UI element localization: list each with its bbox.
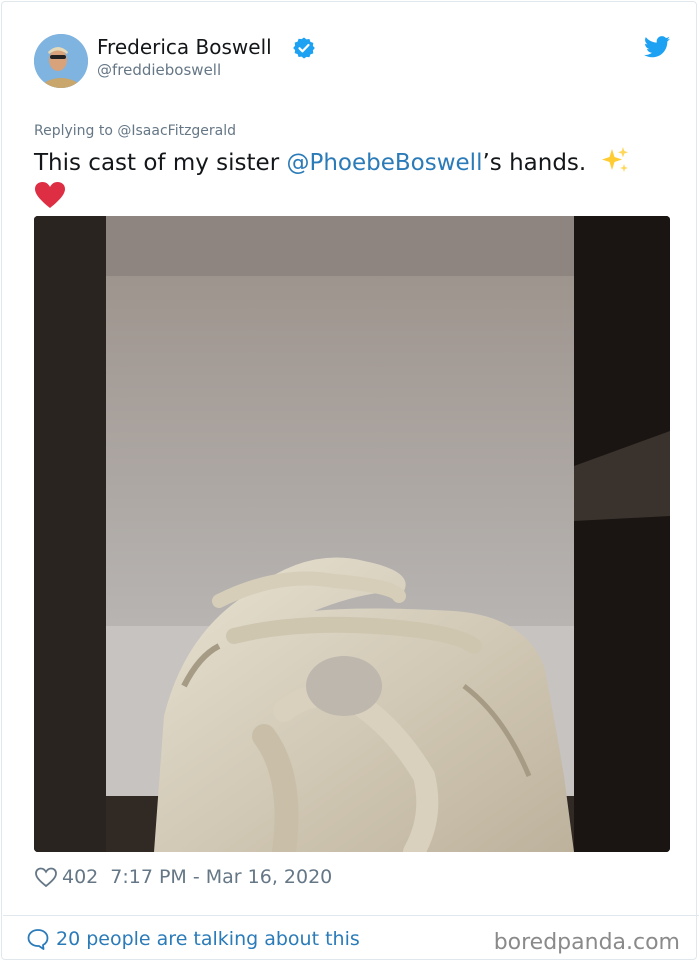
divider <box>3 915 699 916</box>
replying-to[interactable]: Replying to @IsaacFitzgerald <box>34 123 236 139</box>
timestamp[interactable]: 7:17 PM - Mar 16, 2020 <box>110 866 332 888</box>
tweet-text-end: ’s hands. <box>482 150 594 176</box>
author-handle[interactable]: @freddieboswell <box>97 61 221 79</box>
sparkles-icon <box>601 147 628 172</box>
red-heart-icon <box>35 182 65 208</box>
tweet-text-start: This cast of my sister <box>34 150 287 176</box>
hands-cast-image <box>34 216 670 852</box>
talking-label: 20 people are talking about this <box>56 928 360 950</box>
watermark: boredpanda.com <box>493 930 680 955</box>
like-count[interactable]: 402 <box>62 866 98 888</box>
tweet-meta: 402 7:17 PM - Mar 16, 2020 <box>34 864 332 890</box>
tweet-card: Frederica Boswell @freddieboswell Replyi… <box>1 1 699 960</box>
heart-like-icon[interactable] <box>34 866 58 888</box>
tweet-text: This cast of my sister @PhoebeBoswell’s … <box>34 146 674 209</box>
tweet-photo[interactable] <box>34 216 670 852</box>
mention-link[interactable]: @PhoebeBoswell <box>286 150 482 176</box>
talking-link[interactable]: 20 people are talking about this <box>26 927 360 951</box>
twitter-bird-icon[interactable] <box>644 36 670 58</box>
avatar[interactable] <box>34 34 88 88</box>
speech-bubble-icon <box>27 929 49 950</box>
author-name[interactable]: Frederica Boswell <box>97 35 272 59</box>
verified-badge-icon <box>293 37 315 59</box>
